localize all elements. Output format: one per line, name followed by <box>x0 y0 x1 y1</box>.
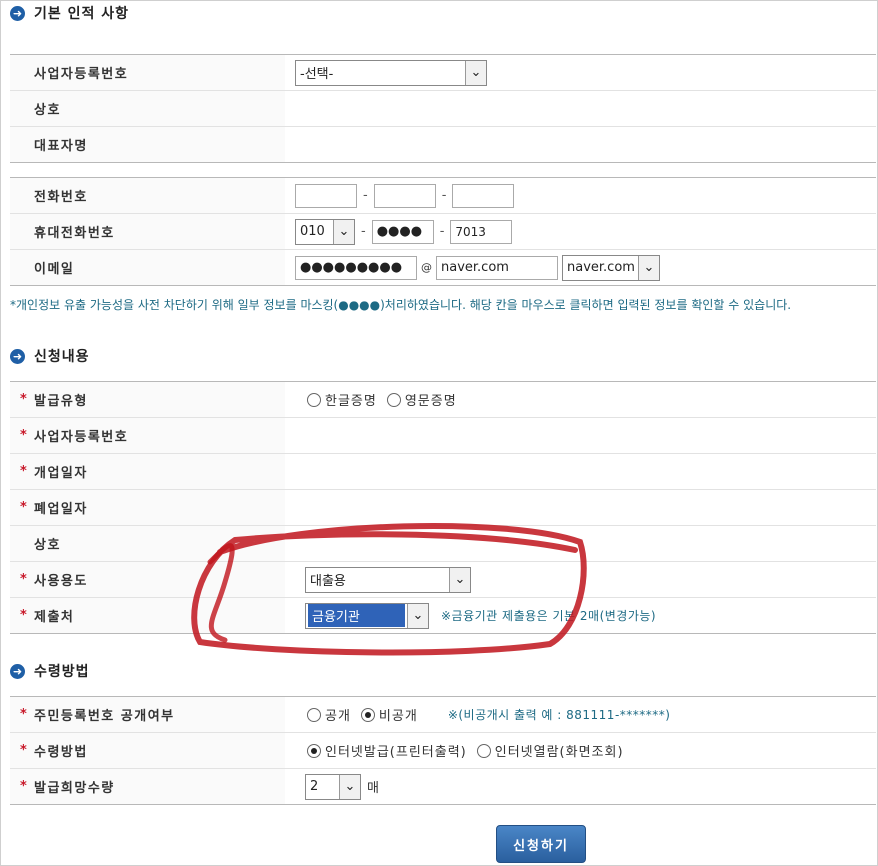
basic-info-table: 사업자등록번호 -선택- ⌄ 상호 대표자명 <box>10 54 876 163</box>
row-mobile: 휴대전화번호 010 ⌄ - ●●●● - 7013 <box>10 213 876 249</box>
email-id-input[interactable]: ●●●●●●●●● <box>295 255 417 280</box>
arrow-right-icon: ➜ <box>10 348 25 364</box>
row-company: 상호 <box>10 525 876 561</box>
chevron-down-icon: ⌄ <box>449 567 470 592</box>
quantity-select[interactable]: 2 ⌄ <box>305 773 361 800</box>
row-quantity: * 발급희망수량 2 ⌄ 매 <box>10 768 876 804</box>
chevron-down-icon: ⌄ <box>638 255 659 280</box>
radio-internet-view[interactable]: 인터넷열람(화면조회) <box>476 741 624 760</box>
row-biz-no: * 사업자등록번호 <box>10 417 876 453</box>
mobile-prefix-select[interactable]: 010 ⌄ <box>295 218 355 245</box>
row-phone: 전화번호 - - <box>10 178 876 213</box>
purpose-select[interactable]: 대출용 ⌄ <box>305 566 471 593</box>
row-company: 상호 <box>10 90 876 126</box>
row-open-date: * 개업일자 <box>10 453 876 489</box>
apply-button[interactable]: 신청하기 <box>496 825 586 863</box>
row-ceo: 대표자명 <box>10 126 876 162</box>
chevron-down-icon: ⌄ <box>465 60 486 85</box>
row-issue-type: * 발급유형 한글증명 영문증명 <box>10 382 876 417</box>
mobile-last-input[interactable]: 7013 <box>450 219 513 244</box>
radio-korean-cert[interactable]: 한글증명 <box>307 390 377 409</box>
row-ssn-disclosure: * 주민등록번호 공개여부 공개 비공개 ※(비공개시 출력 예 : 881111… <box>10 697 876 732</box>
receipt-table: * 주민등록번호 공개여부 공개 비공개 ※(비공개시 출력 예 : 881111… <box>10 696 876 805</box>
chevron-down-icon: ⌄ <box>333 219 354 244</box>
radio-english-cert[interactable]: 영문증명 <box>386 390 457 409</box>
email-domain-input[interactable]: naver.com <box>436 255 558 280</box>
row-email: 이메일 ●●●●●●●●● @ naver.com naver.com ⌄ <box>10 249 876 285</box>
section-title-request: ➜ 신청내용 <box>10 345 90 367</box>
section-title-receipt: ➜ 수령방법 <box>10 660 90 682</box>
row-purpose: * 사용용도 대출용 ⌄ <box>10 561 876 597</box>
row-close-date: * 폐업일자 <box>10 489 876 525</box>
masking-notice: *개인정보 유출 가능성을 사전 차단하기 위해 일부 정보를 마스킹(●●●●… <box>10 298 792 312</box>
mobile-middle-input[interactable]: ●●●● <box>371 219 434 244</box>
submit-to-select[interactable]: 금융기관 ⌄ <box>305 602 429 629</box>
row-biz-no: 사업자등록번호 -선택- ⌄ <box>10 55 876 90</box>
row-receipt-method: * 수령방법 인터넷발급(프린터출력) 인터넷열람(화면조회) <box>10 732 876 768</box>
radio-internet-issue[interactable]: 인터넷발급(프린터출력) <box>307 741 467 760</box>
chevron-down-icon: ⌄ <box>407 603 428 628</box>
arrow-right-icon: ➜ <box>10 663 25 679</box>
contact-table: 전화번호 - - 휴대전화번호 010 ⌄ - ●●●● - 7013 이메일 … <box>10 177 876 286</box>
phone-part-3[interactable] <box>452 183 515 208</box>
chevron-down-icon: ⌄ <box>339 774 360 799</box>
ssn-note: ※(비공개시 출력 예 : 881111-*******) <box>447 708 671 722</box>
biz-no-select[interactable]: -선택- ⌄ <box>295 59 487 86</box>
arrow-right-icon: ➜ <box>10 5 25 21</box>
row-submit-to: * 제출처 금융기관 ⌄ ※금융기관 제출용은 기본 2매(변경가능) <box>10 597 876 633</box>
email-domain-select[interactable]: naver.com ⌄ <box>562 254 660 281</box>
radio-ssn-private[interactable]: 비공개 <box>360 705 418 724</box>
submit-to-note: ※금융기관 제출용은 기본 2매(변경가능) <box>441 609 657 623</box>
request-table: * 발급유형 한글증명 영문증명 * 사업자등록번호 * 개업일자 * 폐업일자 상호 … <box>10 381 876 634</box>
phone-part-2[interactable] <box>373 183 436 208</box>
radio-ssn-public[interactable]: 공개 <box>307 705 351 724</box>
phone-part-1[interactable] <box>295 183 357 208</box>
section-title-basic: ➜ 기본 인적 사항 <box>10 2 129 24</box>
